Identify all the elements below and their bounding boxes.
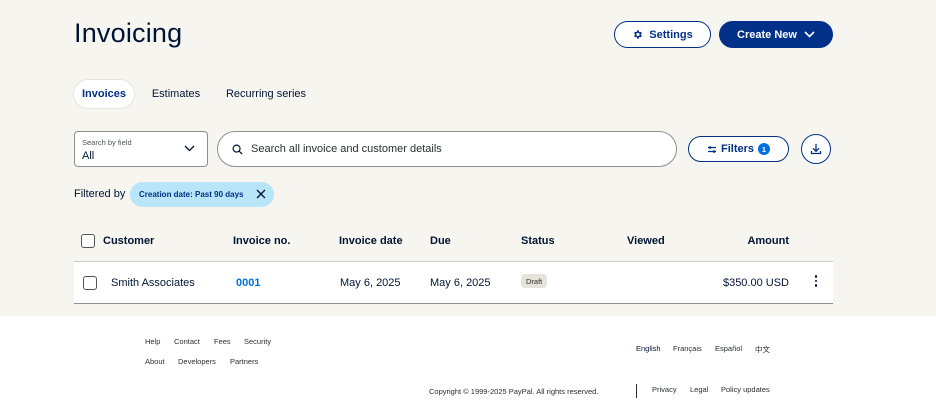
filter-chip: Creation date: Past 90 days — [130, 182, 274, 207]
filter-chip-label: Creation date: Past 90 days — [139, 190, 244, 199]
copyright-text: Copyright © 1999-2025 PayPal. All rights… — [429, 387, 599, 396]
footer-link-fees[interactable]: Fees — [214, 337, 231, 346]
close-icon[interactable] — [256, 189, 266, 199]
tab-recurring-series[interactable]: Recurring series — [220, 80, 312, 108]
search-input[interactable] — [251, 143, 651, 155]
download-icon — [810, 144, 822, 155]
column-due[interactable]: Due — [430, 235, 451, 247]
footer-link-help[interactable]: Help — [145, 337, 160, 346]
footer-link-partners[interactable]: Partners — [230, 357, 258, 366]
footer-link-contact[interactable]: Contact — [174, 337, 200, 346]
tab-label: Recurring series — [225, 88, 307, 100]
tab-estimates[interactable]: Estimates — [146, 80, 206, 108]
footer-link-developers[interactable]: Developers — [178, 357, 216, 366]
cell-due: May 6, 2025 — [430, 277, 491, 289]
column-invoice-no[interactable]: Invoice no. — [233, 235, 290, 247]
select-all-checkbox[interactable] — [81, 234, 95, 248]
footer-link-policy-updates[interactable]: Policy updates — [721, 385, 770, 394]
footer-link-security[interactable]: Security — [244, 337, 271, 346]
search-icon — [232, 144, 243, 155]
download-button[interactable] — [801, 134, 831, 164]
table-header: Customer Invoice no. Invoice date Due St… — [74, 228, 833, 256]
cell-amount: $350.00 USD — [722, 277, 789, 289]
page-title: Invoicing — [74, 18, 183, 48]
column-customer[interactable]: Customer — [103, 235, 154, 247]
settings-label: Settings — [649, 28, 693, 41]
more-options-icon[interactable] — [812, 275, 820, 287]
tab-invoices[interactable]: Invoices — [74, 80, 134, 108]
footer-divider — [636, 384, 637, 398]
column-amount[interactable]: Amount — [747, 235, 789, 247]
create-new-label: Create New — [737, 28, 797, 41]
invoice-number-link[interactable]: 0001 — [236, 277, 260, 289]
chevron-down-icon — [804, 31, 815, 38]
settings-button[interactable]: Settings — [614, 21, 711, 48]
language-english[interactable]: English — [636, 344, 661, 353]
footer-link-about[interactable]: About — [145, 357, 165, 366]
row-checkbox[interactable] — [83, 276, 97, 290]
search-field-label: Search by field — [82, 138, 132, 147]
create-new-button[interactable]: Create New — [719, 21, 833, 48]
status-badge: Draft — [521, 274, 548, 288]
search-box[interactable] — [217, 131, 677, 167]
cell-customer: Smith Associates — [111, 277, 195, 289]
cell-invoice-date: May 6, 2025 — [340, 277, 401, 289]
language-francais[interactable]: Français — [673, 344, 702, 353]
sliders-icon — [707, 145, 716, 153]
main-content: Invoicing Settings Create New Invoices E… — [0, 0, 936, 316]
column-viewed[interactable]: Viewed — [627, 235, 665, 247]
filters-count-badge: 1 — [758, 143, 770, 155]
divider — [74, 303, 833, 304]
table-row[interactable]: Smith Associates 0001 May 6, 2025 May 6,… — [74, 262, 833, 303]
filters-button[interactable]: Filters 1 — [688, 136, 789, 162]
column-invoice-date[interactable]: Invoice date — [339, 235, 403, 247]
filtered-by-label: Filtered by — [74, 188, 126, 200]
filters-label: Filters — [720, 143, 754, 155]
tab-label: Estimates — [151, 88, 201, 100]
search-field-value: All — [82, 150, 95, 162]
column-status[interactable]: Status — [521, 235, 555, 247]
chevron-down-icon — [184, 145, 195, 152]
search-field-select[interactable]: Search by field All — [74, 131, 208, 167]
tab-label: Invoices — [81, 88, 127, 100]
gear-icon — [634, 30, 643, 39]
language-chinese[interactable]: 中文 — [755, 344, 770, 355]
language-espanol[interactable]: Español — [715, 344, 742, 353]
footer-link-privacy[interactable]: Privacy — [652, 385, 677, 394]
footer-link-legal[interactable]: Legal — [690, 385, 708, 394]
